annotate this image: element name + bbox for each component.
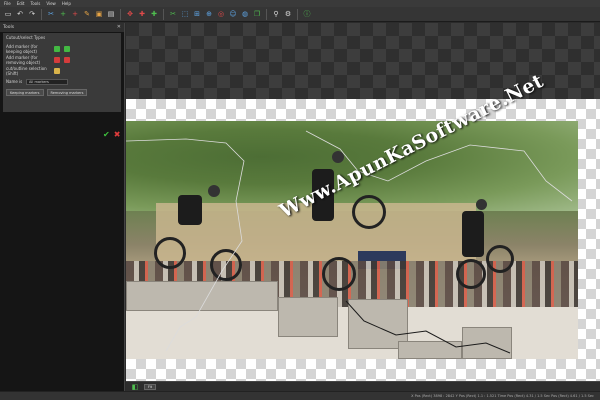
- info-icon[interactable]: ⓘ: [302, 9, 312, 19]
- settings-icon[interactable]: ⚙: [283, 9, 293, 19]
- option-label: cut/outline selection (Shift): [6, 65, 47, 76]
- brush-icon[interactable]: ✎: [82, 9, 92, 19]
- person-icon[interactable]: ☺: [228, 9, 238, 19]
- selection-icon[interactable]: [54, 67, 60, 74]
- toolbar-separator: [163, 8, 164, 20]
- keeping-markers-button[interactable]: Keeping markers: [6, 89, 44, 96]
- toolbar-separator: [41, 8, 42, 20]
- panel-title: Tools: [3, 25, 15, 30]
- marker-icon[interactable]: ✚: [137, 9, 147, 19]
- toolbar: ▭ ↶ ↷ ✂ + + ✎ ▣ ▤ ✥ ✚ ✚ ✂ ⬚ ⊞ ⊕ ◎ ☺ ◍ ❐ ⚲ ⚙ ⓘ: [0, 7, 600, 22]
- keep-marker-icon[interactable]: [54, 45, 60, 52]
- cancel-icon[interactable]: ✖: [114, 130, 121, 139]
- grid-icon[interactable]: ⊞: [192, 9, 202, 19]
- keep-marker-alt-icon[interactable]: [64, 45, 70, 52]
- confirm-group: ✔ ✖: [103, 130, 120, 139]
- option-row-keep[interactable]: Add marker (for keeping object): [6, 43, 118, 54]
- crosshair-icon[interactable]: ⊕: [204, 9, 214, 19]
- image-canvas[interactable]: Www.ApunKaSoftware.Net: [126, 23, 600, 381]
- redo-icon[interactable]: ↷: [27, 9, 37, 19]
- toolbar-separator: [120, 8, 121, 20]
- name-row: Name is All markers: [6, 76, 118, 87]
- globe-icon[interactable]: ◍: [240, 9, 250, 19]
- checkmark-icon[interactable]: ✔: [103, 130, 110, 139]
- option-label: Add marker (for removing object): [6, 54, 41, 65]
- canvas-bottom-bar: ◧ Fit: [126, 381, 600, 391]
- move-icon[interactable]: ✥: [125, 9, 135, 19]
- add-remove-icon[interactable]: +: [70, 9, 80, 19]
- undo-icon[interactable]: ↶: [15, 9, 25, 19]
- remove-marker-icon[interactable]: [54, 56, 60, 63]
- add-keep-icon[interactable]: +: [58, 9, 68, 19]
- menu-file[interactable]: File: [4, 0, 11, 7]
- menu-help[interactable]: Help: [62, 0, 71, 7]
- copy-icon[interactable]: ❐: [252, 9, 262, 19]
- button-row: Keeping markers Removing markers: [6, 87, 118, 98]
- menu-view[interactable]: View: [46, 0, 56, 7]
- open-icon[interactable]: ▭: [3, 9, 13, 19]
- remove-marker-alt-icon[interactable]: [64, 56, 70, 63]
- photo-layer[interactable]: [126, 121, 578, 359]
- zoom-select[interactable]: Fit: [144, 383, 157, 390]
- fit-view-icon[interactable]: ◧: [130, 382, 140, 392]
- app-window: File Edit Tools View Help ▭ ↶ ↷ ✂ + + ✎ ▣ ▤ ✥ ✚ ✚ ✂ ⬚…: [0, 0, 600, 400]
- toolbar-separator: [266, 8, 267, 20]
- status-bar: X Pos (Rect) 3898 : 2842 Y Pos (Rect) 1.…: [0, 391, 600, 400]
- keep-marker-icon[interactable]: ✚: [149, 9, 159, 19]
- zoom-icon[interactable]: ⚲: [271, 9, 281, 19]
- select-icon[interactable]: ▣: [94, 9, 104, 19]
- tools-panel: Tools ✕ Cutout/select Types Add marker (…: [0, 23, 125, 392]
- target-icon[interactable]: ◎: [216, 9, 226, 19]
- option-row-remove[interactable]: Add marker (for removing object): [6, 54, 118, 65]
- menu-edit[interactable]: Edit: [17, 0, 25, 7]
- menu-tools[interactable]: Tools: [30, 0, 40, 7]
- toolbar-separator: [297, 8, 298, 20]
- cutout-options: Cutout/select Types Add marker (for keep…: [3, 33, 121, 112]
- transform-icon[interactable]: ⬚: [180, 9, 190, 19]
- option-label: Add marker (for keeping object): [6, 43, 38, 54]
- scissors-icon[interactable]: ✂: [168, 9, 178, 19]
- option-row-selection[interactable]: cut/outline selection (Shift): [6, 65, 118, 76]
- close-icon[interactable]: ✕: [117, 23, 121, 32]
- panel-title-bar: Tools ✕: [0, 23, 124, 32]
- options-heading: Cutout/select Types: [6, 35, 46, 40]
- removing-markers-button[interactable]: Removing markers: [46, 89, 88, 96]
- doc-icon[interactable]: ▤: [106, 9, 116, 19]
- menu-bar: File Edit Tools View Help: [0, 0, 600, 7]
- field-label: Name is: [6, 79, 23, 84]
- cut-icon[interactable]: ✂: [46, 9, 56, 19]
- selection-outline: [126, 130, 573, 354]
- marker-name-field[interactable]: All markers: [26, 78, 68, 85]
